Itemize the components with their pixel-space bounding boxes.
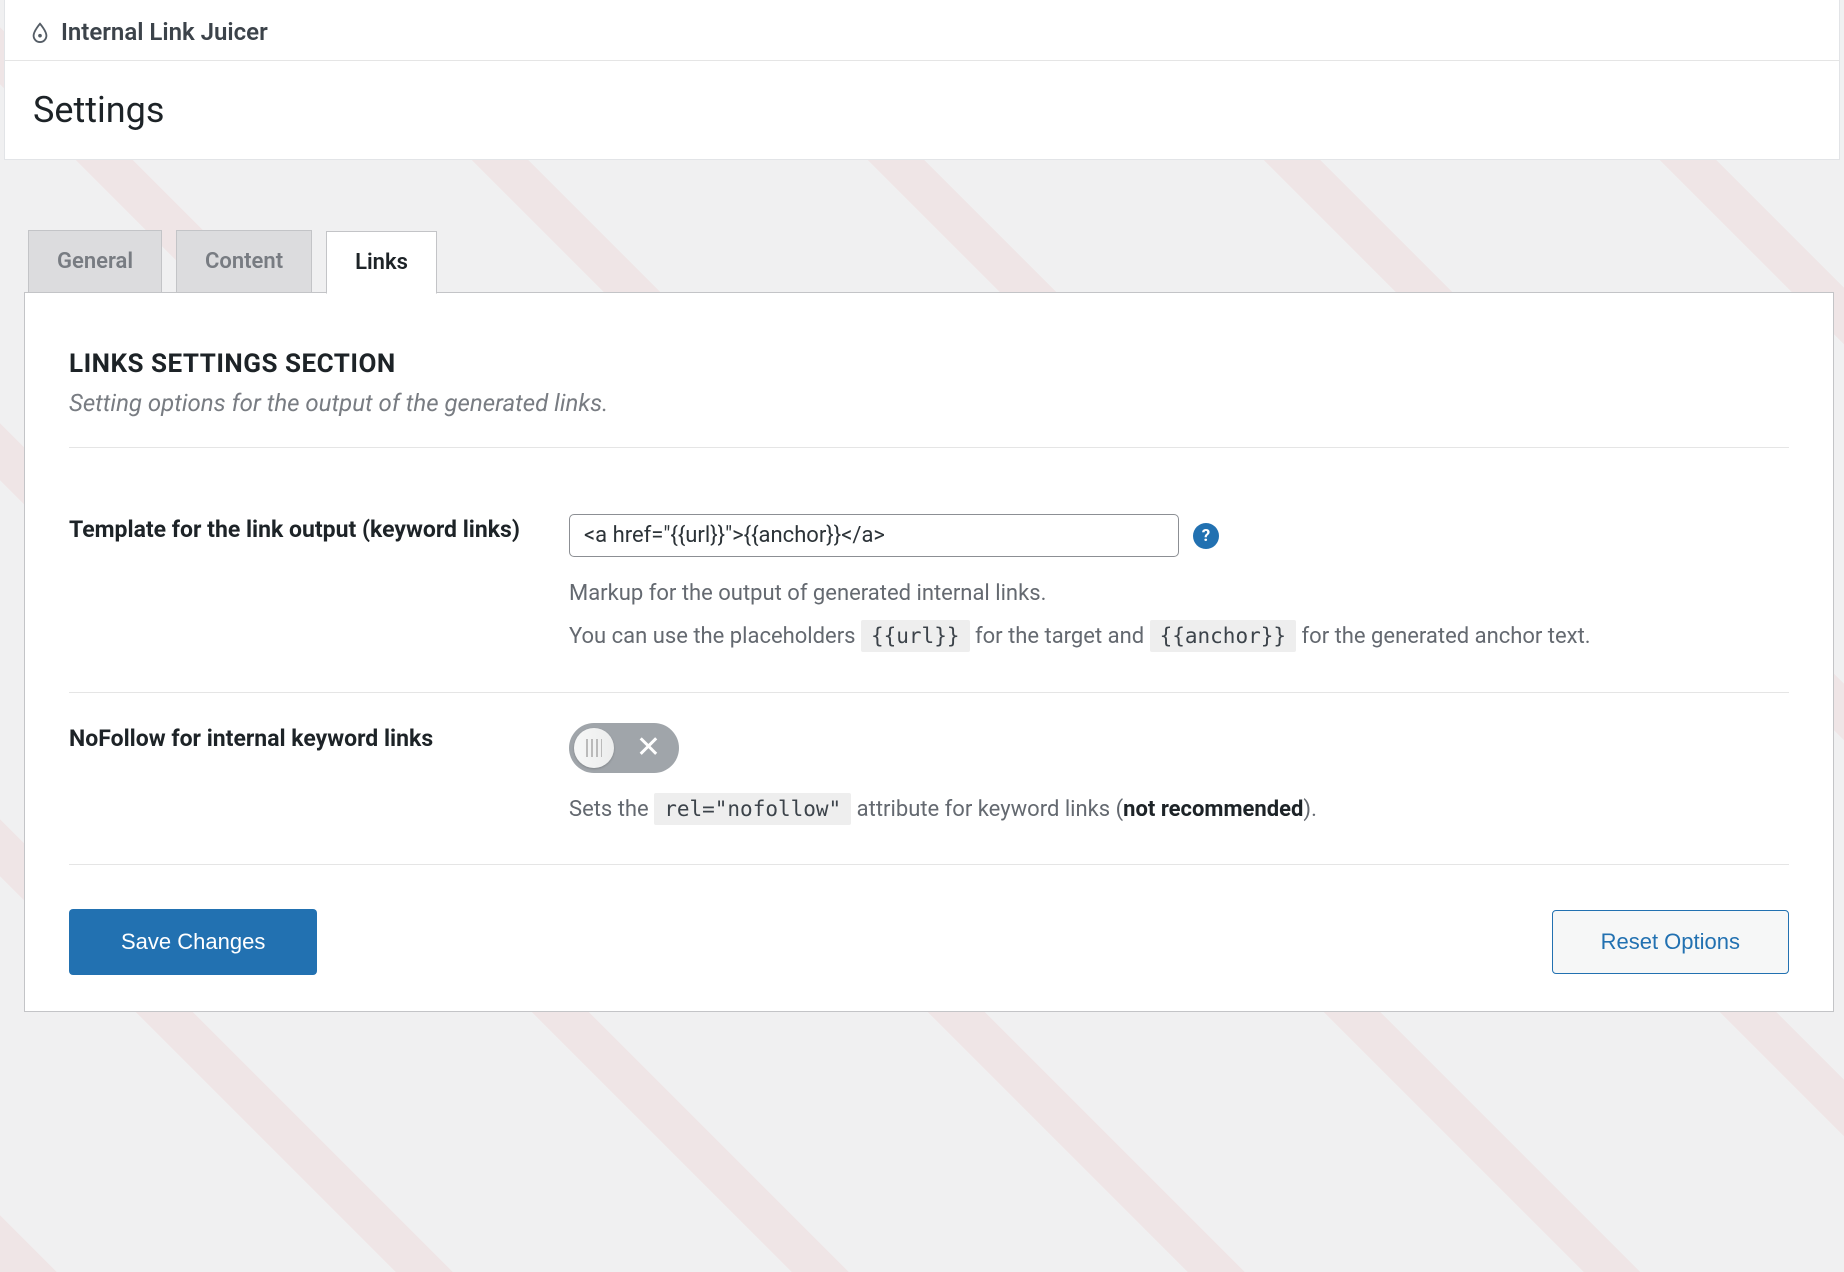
template-desc-2: You can use the placeholders {{url}} for… xyxy=(569,618,1789,655)
section-head: LINKS SETTINGS SECTION Setting options f… xyxy=(69,349,1789,448)
setting-row-template: Template for the link output (keyword li… xyxy=(69,484,1789,693)
nofollow-desc: Sets the rel="nofollow" attribute for ke… xyxy=(569,791,1789,828)
section-title: LINKS SETTINGS SECTION xyxy=(69,349,1789,379)
setting-row-nofollow: NoFollow for internal keyword links ✕ Se… xyxy=(69,693,1789,865)
page-title: Settings xyxy=(33,89,1815,131)
tabs-nav: General Content Links xyxy=(28,230,1834,293)
template-input[interactable] xyxy=(569,514,1179,557)
toggle-knob xyxy=(574,728,614,768)
settings-panel: LINKS SETTINGS SECTION Setting options f… xyxy=(24,292,1834,1012)
section-subtitle: Setting options for the output of the ge… xyxy=(69,389,1789,417)
template-desc-1: Markup for the output of generated inter… xyxy=(569,575,1789,612)
droplet-icon xyxy=(29,20,51,44)
tab-general[interactable]: General xyxy=(28,230,162,293)
nofollow-code-chip: rel="nofollow" xyxy=(654,793,851,825)
placeholder-anchor-chip: {{anchor}} xyxy=(1150,620,1296,652)
plugin-name: Internal Link Juicer xyxy=(61,18,268,46)
setting-label-template: Template for the link output (keyword li… xyxy=(69,514,539,546)
help-icon[interactable]: ? xyxy=(1193,523,1219,549)
header-bar: Internal Link Juicer Settings xyxy=(4,0,1840,160)
tab-links[interactable]: Links xyxy=(326,231,437,294)
plugin-row: Internal Link Juicer xyxy=(5,0,1839,61)
nofollow-toggle[interactable]: ✕ xyxy=(569,723,679,773)
actions-row: Save Changes Reset Options xyxy=(69,865,1789,975)
reset-button[interactable]: Reset Options xyxy=(1552,910,1789,974)
tab-content[interactable]: Content xyxy=(176,230,312,293)
placeholder-url-chip: {{url}} xyxy=(861,620,970,652)
toggle-x-icon: ✕ xyxy=(636,733,661,763)
setting-label-nofollow: NoFollow for internal keyword links xyxy=(69,723,539,755)
page-title-row: Settings xyxy=(5,61,1839,159)
save-button[interactable]: Save Changes xyxy=(69,909,317,975)
